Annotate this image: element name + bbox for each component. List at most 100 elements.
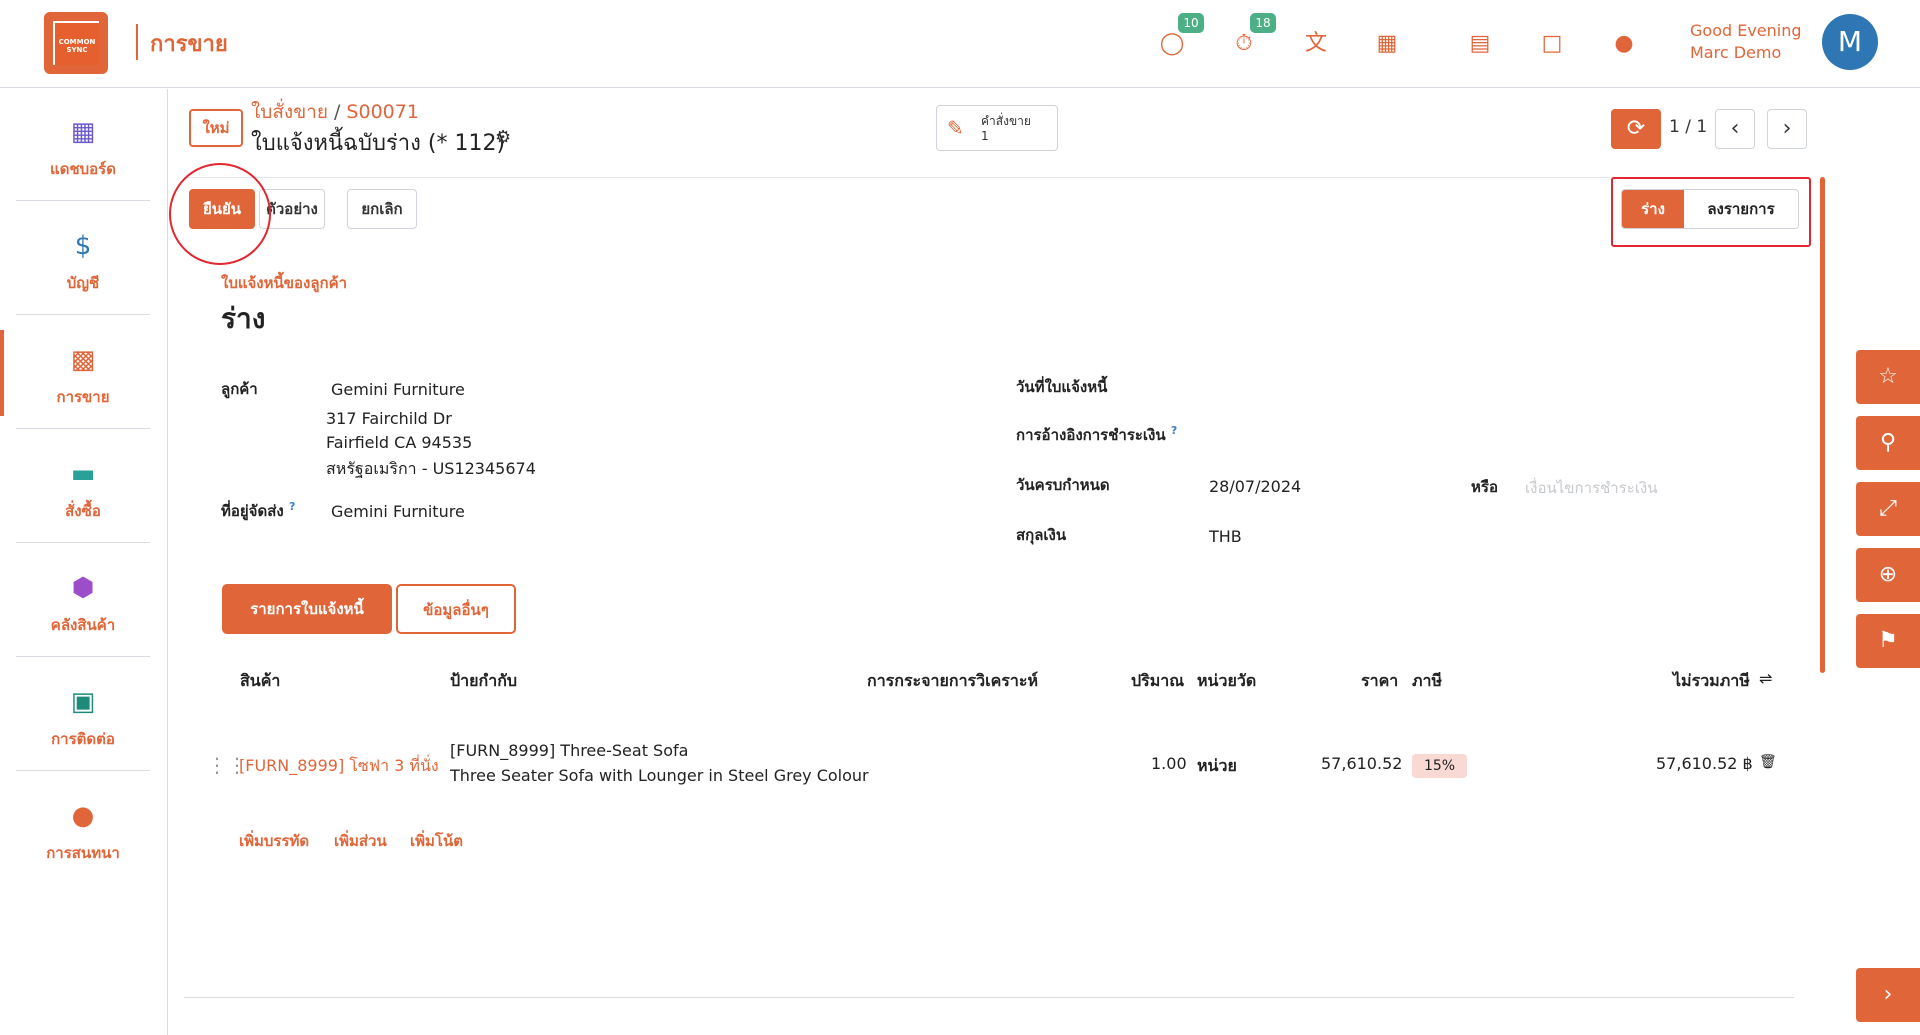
sidebar-active-indicator xyxy=(0,330,4,416)
paint-roller-icon[interactable]: ▤ xyxy=(1466,30,1494,58)
highlight-circle xyxy=(169,163,271,265)
sidebar-item-label: บัญชี xyxy=(66,274,100,292)
trash-icon[interactable]: 🗑 xyxy=(1759,754,1777,770)
sidebar-item-label: สั่งซื้อ xyxy=(65,502,101,520)
dashboard-icon: ▦ xyxy=(70,117,96,147)
smart-button-count: 1 xyxy=(981,129,989,143)
sticky-note-icon[interactable]: □ xyxy=(1538,30,1566,58)
purchase-icon: ▬ xyxy=(70,459,96,489)
timer-icon[interactable]: ⏱ xyxy=(1230,30,1258,58)
lightbulb-icon[interactable]: ● xyxy=(1610,30,1638,58)
sidebar-item-contacts[interactable]: ▣ การติดต่อ xyxy=(16,659,150,771)
sales-order-smart-button[interactable]: ✎ คำสั่งขาย 1 xyxy=(936,105,1058,151)
tab-other-info[interactable]: ข้อมูลอื่นๆ xyxy=(396,584,516,634)
breadcrumb-current[interactable]: S00071 xyxy=(346,101,419,123)
sidebar-item-discuss[interactable]: ● การสนทนา xyxy=(16,773,150,885)
user-avatar[interactable]: M xyxy=(1822,14,1878,70)
due-date-label: วันครบกำหนด xyxy=(1016,476,1110,494)
sidebar-item-sales[interactable]: ▩ การขาย xyxy=(16,317,150,429)
or-label: หรือ xyxy=(1471,478,1498,496)
record-title: ใบแจ้งหนี้ฉบับร่าง (* 112) xyxy=(251,131,506,156)
timer-badge: 18 xyxy=(1250,13,1276,33)
column-header-label[interactable]: ป้ายกำกับ xyxy=(450,669,517,694)
add-section-link[interactable]: เพิ่มส่วน xyxy=(334,829,387,853)
column-header-uom[interactable]: หน่วยวัด xyxy=(1197,669,1256,694)
column-header-price[interactable]: ราคา xyxy=(1361,669,1398,694)
scrollbar[interactable] xyxy=(1820,177,1825,673)
column-header-analytic[interactable]: การกระจายการวิเคราะห์ xyxy=(867,669,1038,694)
column-header-product[interactable]: สินค้า xyxy=(240,669,280,694)
header-divider xyxy=(184,177,1809,178)
edit-icon: ✎ xyxy=(947,116,964,140)
star-icon[interactable]: ☆ xyxy=(1856,350,1920,404)
sidebar-item-label: แดชบอร์ด xyxy=(50,160,116,178)
line-price[interactable]: 57,610.52 xyxy=(1321,754,1402,773)
customer-field[interactable]: Gemini Furniture xyxy=(331,380,465,399)
payment-ref-text: การอ้างอิงการชำระเงิน xyxy=(1016,426,1166,444)
help-icon[interactable]: ? xyxy=(289,500,295,513)
company-logo[interactable]: COMMON SYNC xyxy=(44,12,108,74)
translate-icon[interactable]: 文 xyxy=(1302,30,1330,58)
status-posted[interactable]: ลงรายการ xyxy=(1684,190,1798,228)
sales-icon: ▩ xyxy=(70,345,96,375)
payment-reference-label: การอ้างอิงการชำระเงิน ? xyxy=(1016,423,1177,447)
chat-icon[interactable]: ◯ xyxy=(1158,30,1186,58)
sidebar-item-label: คลังสินค้า xyxy=(50,616,116,634)
help-icon[interactable]: ? xyxy=(1171,424,1177,437)
sidebar-item-inventory[interactable]: ⬢ คลังสินค้า xyxy=(16,545,150,657)
column-settings-icon[interactable]: ⇌ xyxy=(1759,669,1772,688)
app-divider xyxy=(136,24,138,60)
column-header-taxes[interactable]: ภาษี xyxy=(1412,669,1442,694)
chevron-right-icon[interactable]: › xyxy=(1856,968,1920,1022)
gear-icon[interactable]: ⚙ xyxy=(495,127,511,148)
sidebar-item-accounting[interactable]: $ บัญชี xyxy=(16,203,150,315)
breadcrumb: ใบสั่งขาย / S00071 xyxy=(251,97,419,127)
customer-label: ลูกค้า xyxy=(221,380,258,398)
currency-field[interactable]: THB xyxy=(1209,527,1242,546)
company-icon[interactable]: ▦ xyxy=(1373,30,1401,58)
add-line-link[interactable]: เพิ่มบรรทัด xyxy=(239,829,309,853)
footer-divider xyxy=(184,997,1794,998)
sidebar-item-dashboard[interactable]: ▦ แดชบอร์ด xyxy=(16,89,150,201)
payment-terms-field[interactable]: เงื่อนไขการชำระเงิน xyxy=(1525,476,1658,500)
next-record-button[interactable]: › xyxy=(1767,109,1807,149)
breadcrumb-separator: / xyxy=(334,101,341,123)
new-button[interactable]: ใหม่ xyxy=(189,109,243,147)
line-uom[interactable]: หน่วย xyxy=(1197,754,1237,779)
sidebar-item-label: การขาย xyxy=(56,388,110,406)
greeting-text: Good Evening xyxy=(1690,21,1802,40)
user-greeting[interactable]: Good Evening Marc Demo xyxy=(1690,20,1802,64)
currency-label: สกุลเงิน xyxy=(1016,526,1067,544)
chevron-left-icon: ‹ xyxy=(1730,116,1740,141)
pager-value[interactable]: 1 / 1 xyxy=(1669,117,1707,137)
tab-invoice-lines[interactable]: รายการใบแจ้งหนี้ xyxy=(222,584,392,634)
app-title[interactable]: การขาย xyxy=(150,26,228,61)
column-header-quantity[interactable]: ปริมาณ xyxy=(1131,669,1184,694)
breadcrumb-parent[interactable]: ใบสั่งขาย xyxy=(251,101,328,123)
status-draft[interactable]: ร่าง xyxy=(1622,190,1684,228)
due-date-field[interactable]: 28/07/2024 xyxy=(1209,477,1301,496)
refresh-icon[interactable]: ⟳ xyxy=(1611,109,1661,149)
line-quantity[interactable]: 1.00 xyxy=(1151,754,1187,773)
column-header-subtotal[interactable]: ไม่รวมภาษี xyxy=(1673,669,1750,694)
discuss-icon: ● xyxy=(71,801,95,831)
customer-address-line1: 317 Fairchild Dr xyxy=(326,409,452,428)
line-product[interactable]: [FURN_8999] โซฟา 3 ที่นั่ง xyxy=(239,754,439,779)
search-icon[interactable]: ⚲ xyxy=(1856,416,1920,470)
previous-record-button[interactable]: ‹ xyxy=(1715,109,1755,149)
add-note-link[interactable]: เพิ่มโน้ต xyxy=(410,829,463,853)
status-bar: ร่าง ลงรายการ xyxy=(1621,189,1799,229)
sidebar-item-label: การสนทนา xyxy=(46,844,120,862)
cancel-button[interactable]: ยกเลิก xyxy=(347,189,417,229)
line-label-line2[interactable]: Three Seater Sofa with Lounger in Steel … xyxy=(450,766,869,785)
bookmark-icon[interactable]: ⚑ xyxy=(1856,614,1920,668)
zoom-in-icon[interactable]: ⊕ xyxy=(1856,548,1920,602)
delivery-address-field[interactable]: Gemini Furniture xyxy=(331,502,465,521)
top-navbar: COMMON SYNC การขาย ◯ 10 ⏱ 18 文 ▦ ▤ □ ● G… xyxy=(0,0,1920,88)
user-name: Marc Demo xyxy=(1690,43,1782,62)
line-label-line1[interactable]: [FURN_8999] Three-Seat Sofa xyxy=(450,741,688,760)
main-content: ใหม่ ใบสั่งขาย / S00071 ใบแจ้งหนี้ฉบับร่าง… xyxy=(169,89,1825,1035)
expand-icon[interactable]: ⤢ xyxy=(1856,482,1920,536)
line-tax-badge[interactable]: 15% xyxy=(1412,754,1467,778)
sidebar-item-purchase[interactable]: ▬ สั่งซื้อ xyxy=(16,431,150,543)
